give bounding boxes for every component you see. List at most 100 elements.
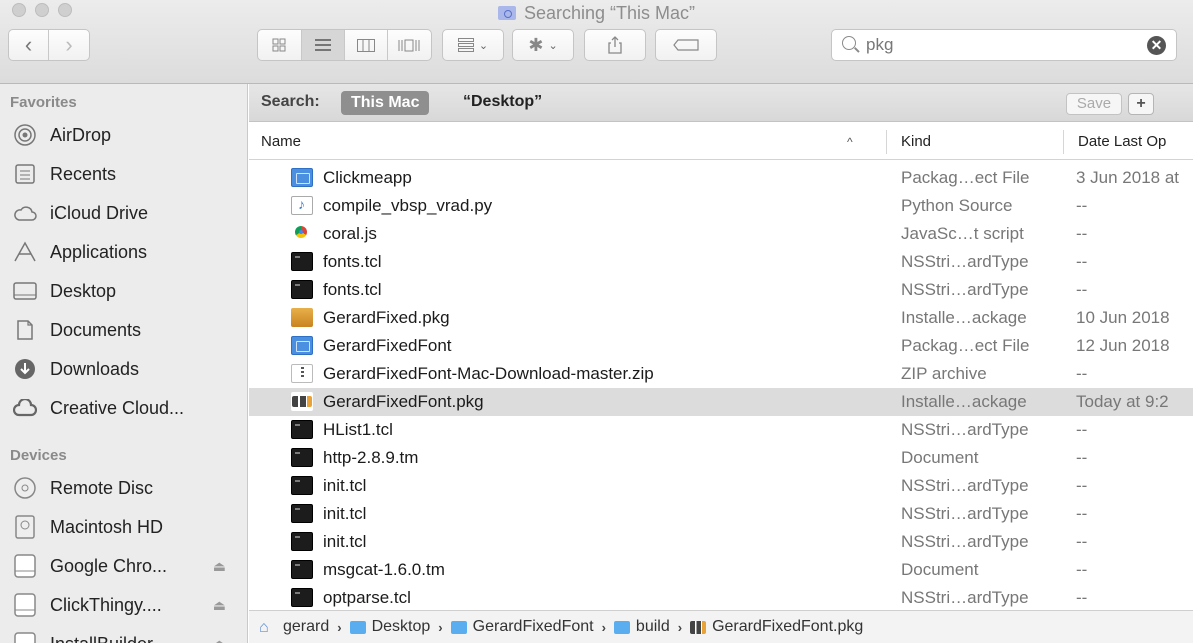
file-name: compile_vbsp_vrad.py: [323, 196, 493, 215]
py-file-icon: [291, 196, 313, 215]
term-file-icon: [291, 532, 313, 551]
sidebar-item-creative-cloud[interactable]: Creative Cloud...: [0, 389, 247, 427]
file-name: GerardFixedFont: [323, 336, 452, 355]
path-bar: ⌂ gerard › Desktop › GerardFixedFont › build › Ge…: [249, 610, 1193, 643]
recents-icon: [12, 161, 38, 187]
group-by-button[interactable]: ⌄: [442, 29, 504, 61]
column-divider[interactable]: [886, 130, 887, 154]
sidebar-item-recents[interactable]: Recents: [0, 155, 247, 193]
column-header-kind[interactable]: Kind: [901, 124, 931, 160]
term-file-icon: [291, 504, 313, 523]
gallery-view-button[interactable]: [388, 30, 431, 60]
sidebar-item-desktop[interactable]: Desktop: [0, 272, 247, 310]
file-kind: NSStri…ardType: [901, 252, 1029, 271]
sidebar-item-documents[interactable]: Documents: [0, 311, 247, 349]
table-row[interactable]: coral.js JavaSc…t script --: [249, 220, 1193, 248]
term-file-icon: [291, 420, 313, 439]
documents-icon: [12, 317, 38, 343]
scope-desktop-button[interactable]: “Desktop”: [463, 93, 542, 111]
file-date: --: [1076, 532, 1088, 551]
table-row[interactable]: init.tcl NSStri…ardType --: [249, 528, 1193, 556]
table-row[interactable]: GerardFixedFont.pkg Installe…ackage Today …: [249, 388, 1193, 416]
table-row[interactable]: GerardFixedFont Packag…ect File 12 Jun 201…: [249, 332, 1193, 360]
sidebar-item-clickthingy[interactable]: ClickThingy.... ⏏: [0, 586, 247, 624]
sidebar-item-label: Remote Disc: [50, 477, 154, 498]
search-field[interactable]: ✕: [831, 29, 1177, 61]
path-item-label: Desktop: [371, 618, 431, 635]
file-date: --: [1076, 420, 1088, 439]
clear-search-button[interactable]: ✕: [1147, 36, 1166, 55]
path-item-label: GerardFixedFont.pkg: [712, 618, 864, 635]
table-row[interactable]: fonts.tcl NSStri…ardType --: [249, 276, 1193, 304]
eject-icon[interactable]: ⏏: [213, 636, 226, 643]
cloud-icon: [12, 200, 38, 226]
file-name: optparse.tcl: [323, 588, 411, 607]
term-file-icon: [291, 280, 313, 299]
sidebar-item-macintosh-hd[interactable]: Macintosh HD: [0, 508, 247, 546]
column-header-date-last-opened[interactable]: Date Last Op: [1078, 124, 1193, 160]
sidebar-item-label: Recents: [50, 163, 117, 184]
file-date: --: [1076, 196, 1088, 215]
pkg2-icon: [690, 620, 707, 634]
table-row[interactable]: HList1.tcl NSStri…ardType --: [249, 416, 1193, 444]
back-button[interactable]: ‹: [9, 30, 50, 60]
table-row[interactable]: fonts.tcl NSStri…ardType --: [249, 248, 1193, 276]
window-title-text: Searching “This Mac”: [523, 3, 696, 23]
save-search-button[interactable]: Save: [1066, 93, 1122, 115]
path-item-desktop[interactable]: Desktop: [349, 618, 431, 636]
share-button[interactable]: [584, 29, 646, 61]
table-row[interactable]: GerardFixed.pkg Installe…ackage 10 Jun 201…: [249, 304, 1193, 332]
column-view-button[interactable]: [345, 30, 388, 60]
file-kind: Packag…ect File: [901, 168, 1030, 187]
list-view-button[interactable]: [301, 30, 345, 60]
table-row[interactable]: GerardFixedFont-Mac-Download-master.zip Z…: [249, 360, 1193, 388]
path-item-gerard[interactable]: ⌂ gerard: [259, 618, 329, 636]
path-item-build[interactable]: build: [613, 618, 670, 636]
pkg2-file-icon: [291, 392, 313, 411]
table-row[interactable]: optparse.tcl NSStri…ardType --: [249, 584, 1193, 610]
file-kind: NSStri…ardType: [901, 588, 1029, 607]
file-date: 3 Jun 2018 at: [1076, 168, 1180, 187]
column-divider[interactable]: [1063, 130, 1064, 154]
table-row[interactable]: msgcat-1.6.0.tm Document --: [249, 556, 1193, 584]
scope-this-mac-button[interactable]: This Mac: [341, 91, 430, 115]
add-criteria-button[interactable]: +: [1128, 93, 1154, 115]
group-icon: [457, 38, 474, 52]
sidebar-item-airdrop[interactable]: AirDrop: [0, 116, 247, 154]
table-row[interactable]: init.tcl NSStri…ardType --: [249, 472, 1193, 500]
action-button[interactable]: ✱ ⌄: [512, 29, 574, 61]
js-file-icon: [291, 224, 313, 243]
forward-button[interactable]: ›: [49, 30, 89, 60]
file-kind: NSStri…ardType: [901, 504, 1029, 523]
file-date: --: [1076, 504, 1088, 523]
sort-ascending-icon: ^: [847, 135, 853, 149]
eject-icon[interactable]: ⏏: [213, 597, 226, 614]
path-item-label: GerardFixedFont: [472, 618, 594, 635]
path-item-gerardfixedfont-pkg[interactable]: GerardFixedFont.pkg: [690, 618, 863, 636]
navigation-group: ‹ ›: [8, 29, 90, 61]
search-scope-label: Search:: [261, 93, 320, 110]
table-row[interactable]: init.tcl NSStri…ardType --: [249, 500, 1193, 528]
sidebar-item-applications[interactable]: Applications: [0, 233, 247, 271]
column-header-name[interactable]: Name: [261, 124, 301, 160]
file-kind: Packag…ect File: [901, 336, 1030, 355]
sidebar-item-google-chrome[interactable]: Google Chro... ⏏: [0, 547, 247, 585]
eject-icon[interactable]: ⏏: [213, 558, 226, 575]
table-row[interactable]: http-2.8.9.tm Document --: [249, 444, 1193, 472]
path-item-gerardfixedfont[interactable]: GerardFixedFont: [450, 618, 594, 636]
sidebar-item-installbuilder[interactable]: InstallBuilder... ⏏: [0, 625, 247, 643]
coverflow-icon: [398, 39, 420, 51]
table-row[interactable]: Clickmeapp Packag…ect File 3 Jun 2018 at: [249, 164, 1193, 192]
sidebar-item-downloads[interactable]: Downloads: [0, 350, 247, 388]
tags-button[interactable]: [655, 29, 717, 61]
sidebar-header-favorites: Favorites: [10, 94, 77, 111]
table-row[interactable]: compile_vbsp_vrad.py Python Source --: [249, 192, 1193, 220]
icon-view-button[interactable]: [258, 30, 302, 60]
search-input[interactable]: [866, 32, 1126, 58]
sidebar-item-icloud-drive[interactable]: iCloud Drive: [0, 194, 247, 232]
zip-file-icon: [291, 364, 313, 383]
file-name: fonts.tcl: [323, 280, 382, 299]
sidebar-item-remote-disc[interactable]: Remote Disc: [0, 469, 247, 507]
creative-cloud-icon: [12, 395, 38, 421]
file-kind: NSStri…ardType: [901, 476, 1029, 495]
